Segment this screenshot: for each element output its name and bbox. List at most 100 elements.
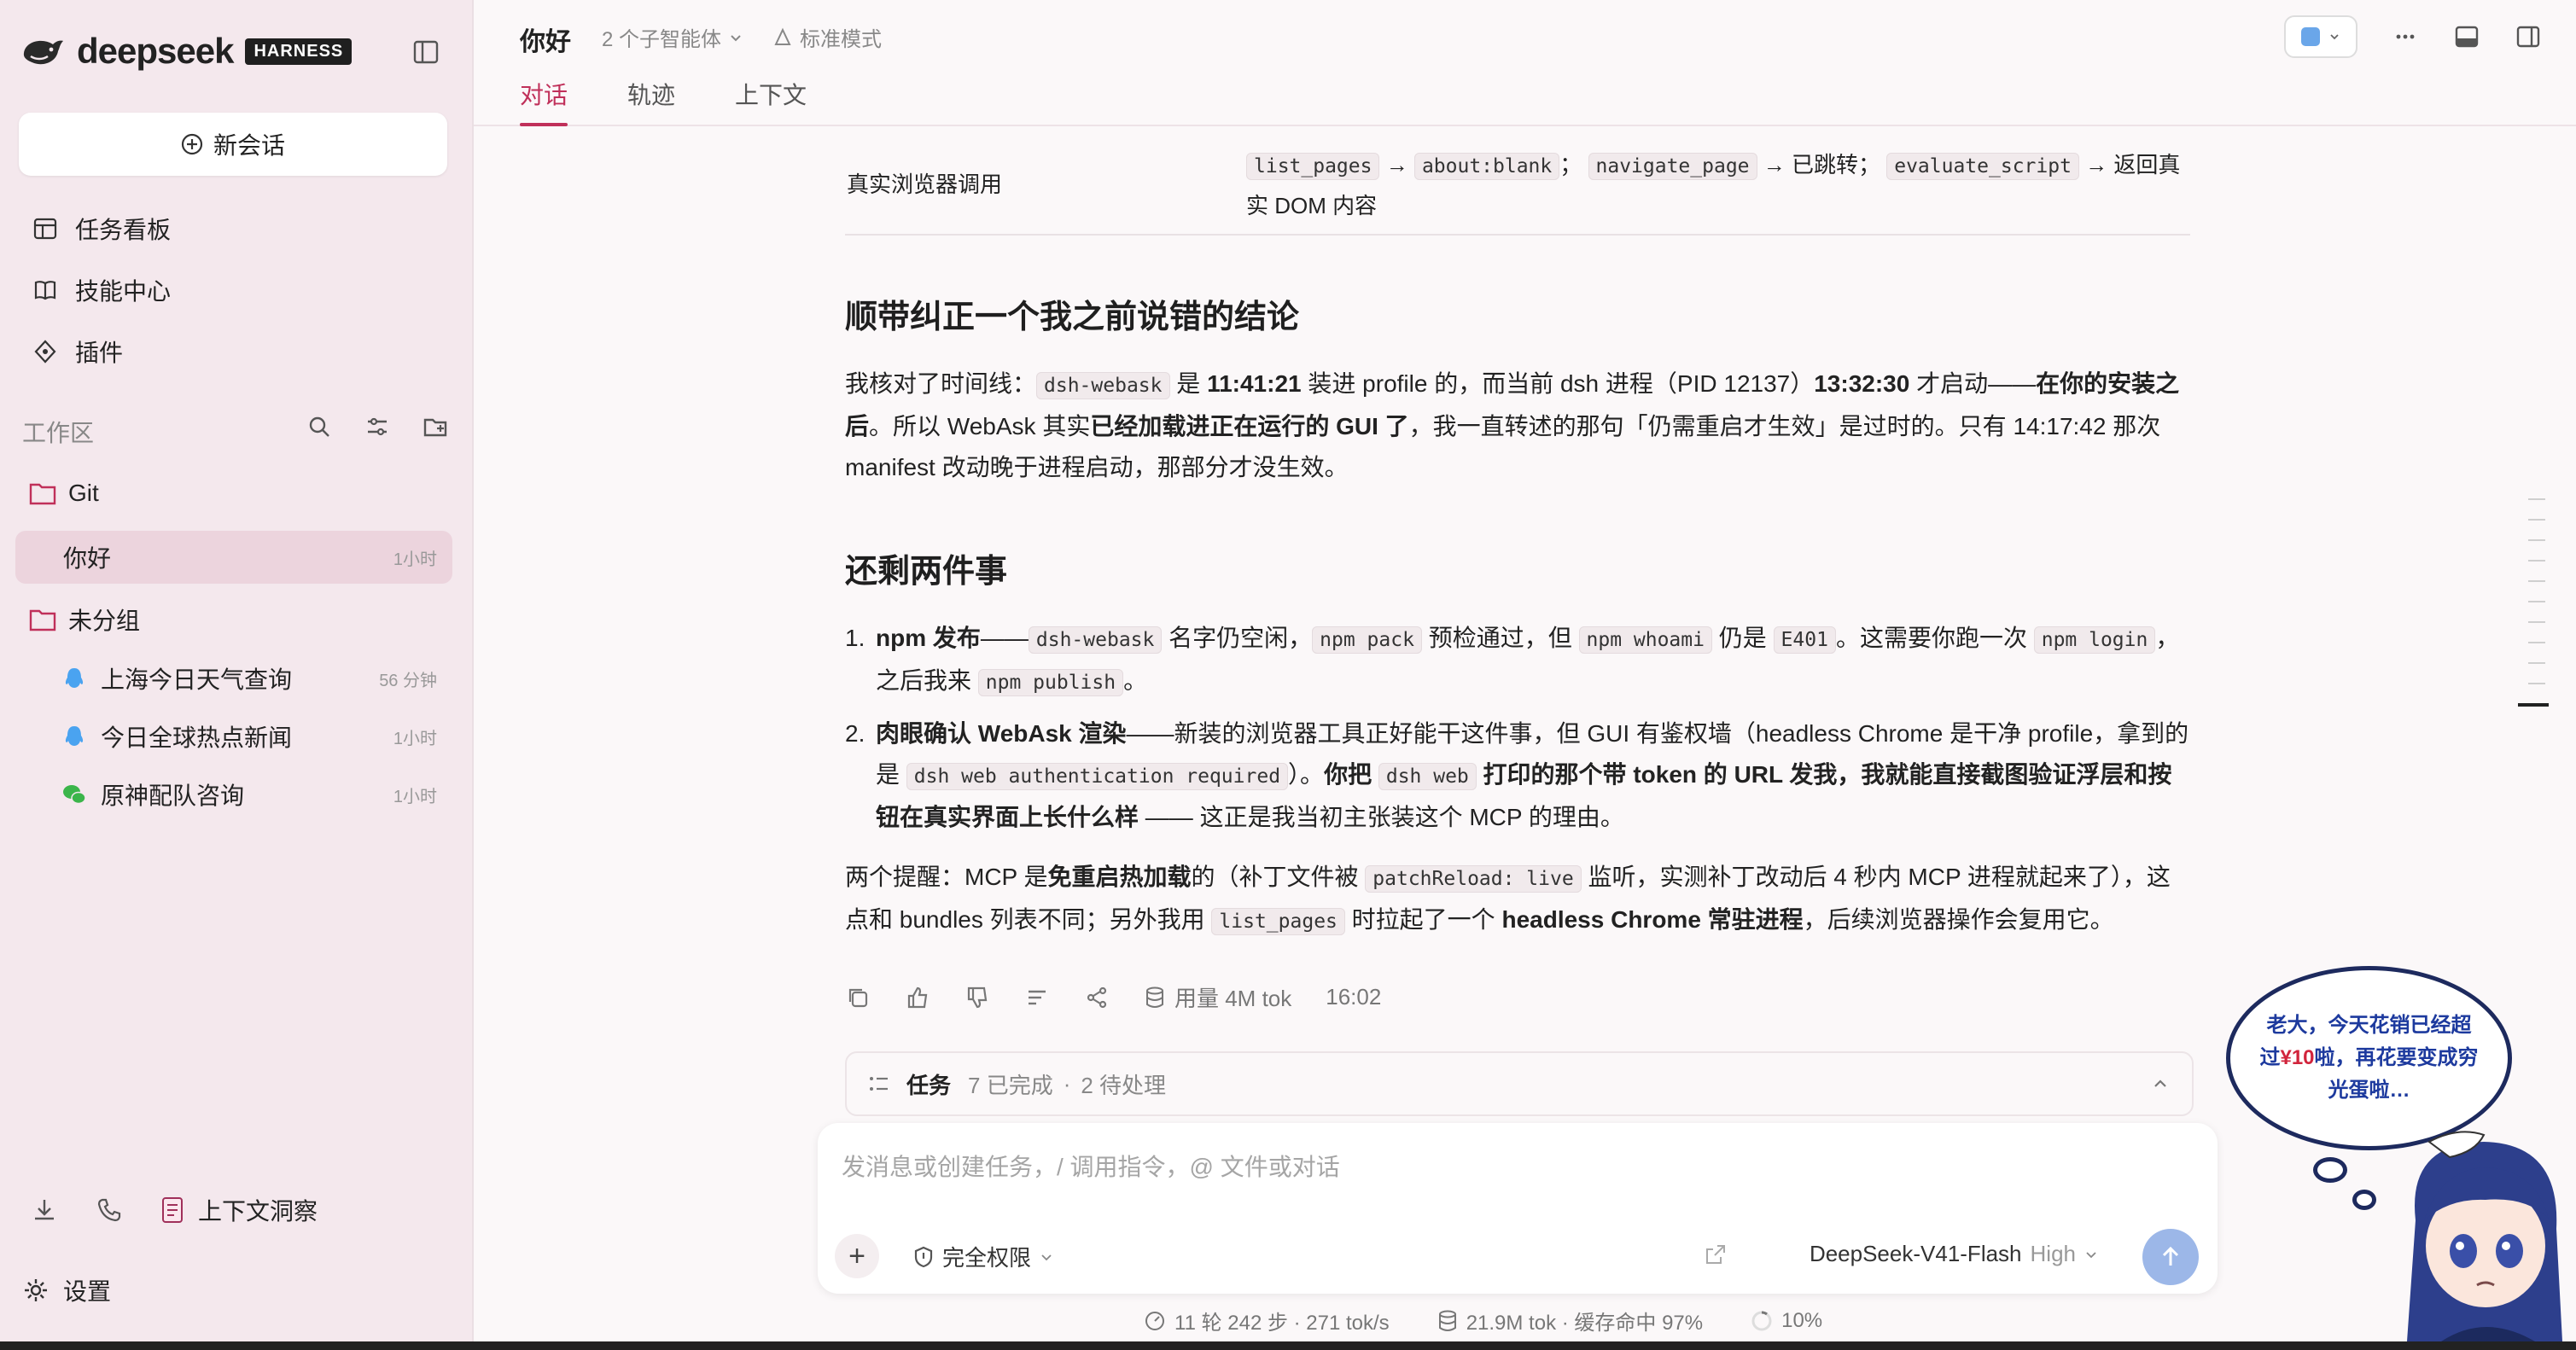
send-button[interactable] [2142, 1229, 2199, 1285]
inline-code: E401 [1773, 626, 1836, 654]
tab-trace[interactable]: 轨迹 [627, 77, 675, 126]
bubble-line: 老大，今天花销已经超 [2266, 1014, 2472, 1037]
inline-code: about:blank [1413, 153, 1560, 180]
conversation-item[interactable]: 今日全球热点新闻 1小时 [15, 710, 452, 763]
group-label: Git [68, 480, 99, 506]
inline-code: evaluate_script [1886, 153, 2079, 180]
thumbs-up-icon[interactable] [905, 985, 930, 1010]
database-icon [1438, 1310, 1456, 1331]
sidebar-item-skills[interactable]: 技能中心 [32, 273, 171, 307]
attach-button[interactable]: + [835, 1234, 879, 1278]
sidebar-item-label: 技能中心 [75, 278, 172, 305]
mascot-character-icon [2407, 1131, 2562, 1341]
bottom-panel-icon[interactable] [2453, 23, 2480, 50]
inline-code: npm whoami [1578, 626, 1712, 654]
tokens-stat: 21.9M tok · 缓存命中 97% [1437, 1306, 1703, 1335]
share-icon[interactable] [1084, 985, 1110, 1010]
model-name: DeepSeek-V41-Flash [1809, 1241, 2022, 1266]
brand-name: deepseek [77, 31, 234, 71]
task-separator: · [1063, 1070, 1071, 1097]
conversation-item[interactable]: 原神配队咨询 1小时 [15, 768, 452, 821]
section-heading: 顺带纠正一个我之前说错的结论 [845, 300, 1300, 335]
message-input[interactable]: 发消息或创建任务，/ 调用指令，@ 文件或对话 [842, 1149, 1340, 1183]
subagents-label: 2 个子智能体 [602, 28, 722, 51]
paragraph: 两个提醒：MCP 是免重启热加载的（补丁文件被 patchReload: liv… [845, 857, 2194, 942]
copy-icon[interactable] [845, 985, 871, 1010]
inline-code: npm pack [1312, 626, 1422, 654]
permission-dropdown[interactable]: 完全权限 [913, 1241, 1053, 1272]
settings-label: 设置 [63, 1278, 112, 1305]
conversation-time: 1小时 [393, 550, 437, 569]
right-panel-icon[interactable] [2515, 23, 2542, 50]
task-label: 任务 [906, 1072, 952, 1098]
message-composer: 发消息或创建任务，/ 调用指令，@ 文件或对话 + 完全权限 DeepSeek-… [818, 1123, 2218, 1294]
app-switcher-button[interactable] [2284, 15, 2357, 58]
thought-dot [2352, 1190, 2376, 1210]
sidebar-toggle-icon[interactable] [413, 39, 439, 65]
tab-context[interactable]: 上下文 [735, 77, 807, 126]
plugin-icon [34, 340, 56, 364]
tab-chat[interactable]: 对话 [520, 77, 568, 126]
thumbs-down-icon[interactable] [965, 985, 990, 1010]
settings-button[interactable]: 设置 [22, 1273, 111, 1307]
task-done: 7 已完成 [968, 1072, 1053, 1098]
scroll-minimap[interactable] [2518, 498, 2549, 725]
qq-icon [65, 668, 84, 688]
usage-info: 用量 4M tok [1144, 981, 1291, 1013]
workspace-tools [306, 413, 449, 440]
phone-icon[interactable] [96, 1196, 123, 1224]
group-git[interactable]: Git [29, 480, 99, 507]
brand-logo: deepseek HARNESS [20, 31, 353, 72]
mode-button[interactable]: 标准模式 [772, 22, 882, 52]
model-selector[interactable]: DeepSeek-V41-Flash High [1810, 1241, 2098, 1267]
context-insight-button[interactable]: 上下文洞察 [160, 1193, 318, 1227]
inline-code: dsh web authentication required [906, 763, 1289, 790]
group-label: 未分组 [68, 608, 141, 634]
inline-code: dsh-webask [1028, 626, 1163, 654]
inline-code: patchReload: live [1365, 865, 1582, 893]
new-chat-button[interactable]: 新会话 [19, 113, 447, 176]
task-summary-bar[interactable]: 任务 7 已完成 · 2 待处理 [845, 1051, 2194, 1116]
inline-code: list_pages [1246, 153, 1380, 180]
sidebar-item-plugins[interactable]: 插件 [32, 335, 123, 369]
search-icon[interactable] [306, 413, 333, 440]
list-item: 2. 肉眼确认 WebAsk 渲染——新装的浏览器工具正好能干这件事，但 GUI … [845, 720, 2189, 830]
new-folder-icon[interactable] [422, 413, 449, 440]
status-bar: 11 轮 242 步 · 271 tok/s 21.9M tok · 缓存命中 … [1144, 1306, 1822, 1335]
group-ungrouped[interactable]: 未分组 [29, 602, 140, 637]
conversation-time: 56 分钟 [379, 671, 437, 690]
chevron-down-icon [2086, 1251, 2096, 1258]
conversation-item[interactable]: 你好 1小时 [15, 531, 452, 584]
header-actions [2284, 15, 2542, 58]
arrow-up-icon [2162, 1246, 2179, 1266]
context-insight-label: 上下文洞察 [198, 1198, 318, 1225]
folder-icon [29, 483, 56, 505]
list-icon[interactable] [1024, 985, 1050, 1010]
subagents-dropdown[interactable]: 2 个子智能体 [602, 22, 743, 52]
spending-amount: ¥10 [2280, 1046, 2315, 1069]
conversation-item[interactable]: 上海今日天气查询 56 分钟 [15, 652, 452, 705]
plus-circle-icon [181, 133, 203, 155]
tab-bar: 对话 轨迹 上下文 [520, 77, 807, 126]
inline-code: dsh web [1378, 763, 1477, 790]
conversation-title: 今日全球热点新闻 [101, 724, 293, 751]
conversation-title: 你好 [63, 545, 112, 572]
effort-level: High [2030, 1241, 2076, 1266]
page-title: 你好 [520, 28, 571, 56]
message-time: 16:02 [1326, 984, 1382, 1010]
gear-icon [25, 1279, 47, 1301]
more-icon[interactable] [2392, 23, 2419, 50]
conversation-title: 上海今日天气查询 [101, 666, 293, 693]
inline-code: npm publish [977, 669, 1124, 696]
sidebar-item-label: 任务看板 [75, 217, 172, 243]
filter-sliders-icon[interactable] [364, 413, 391, 440]
usage-label: 用量 4M tok [1174, 986, 1292, 1011]
external-link-icon[interactable] [1704, 1242, 1728, 1266]
chevron-up-icon[interactable] [2151, 1074, 2170, 1093]
sidebar-item-kanban[interactable]: 任务看板 [32, 212, 171, 246]
inline-code: dsh-webask [1036, 372, 1170, 399]
brand-badge: HARNESS [245, 38, 353, 65]
task-pending: 2 待处理 [1081, 1072, 1167, 1098]
download-icon[interactable] [31, 1196, 58, 1224]
permission-label: 完全权限 [942, 1245, 1032, 1271]
